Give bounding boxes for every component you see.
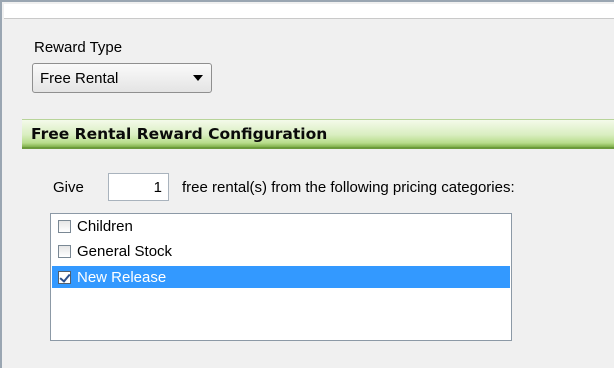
reward-type-dropdown[interactable]: Free Rental <box>32 63 212 93</box>
list-item-general-stock[interactable]: General Stock <box>52 240 510 262</box>
list-item-children[interactable]: Children <box>52 215 510 237</box>
reward-type-selected-value: Free Rental <box>40 69 119 87</box>
pricing-categories-list[interactable]: Children General Stock New Release <box>50 213 512 341</box>
section-header: Free Rental Reward Configuration <box>22 119 614 149</box>
new-release-checkbox[interactable] <box>58 270 71 284</box>
list-item-new-release[interactable]: New Release <box>52 266 510 288</box>
give-label: Give <box>53 179 84 196</box>
list-item-label: New Release <box>77 268 167 286</box>
list-item-label: General Stock <box>77 242 173 260</box>
free-rental-count-input[interactable] <box>108 173 169 201</box>
children-checkbox[interactable] <box>58 219 71 233</box>
section-title: Free Rental Reward Configuration <box>31 124 328 143</box>
pricing-categories-label: free rental(s) from the following pricin… <box>182 179 515 196</box>
configuration-panel: Reward Type Free Rental Free Rental Rewa… <box>0 0 614 368</box>
list-item-label: Children <box>77 217 133 235</box>
dropdown-arrow-icon[interactable] <box>193 75 203 81</box>
top-strip <box>4 4 614 19</box>
general-stock-checkbox[interactable] <box>58 244 71 258</box>
reward-type-label: Reward Type <box>34 39 123 56</box>
